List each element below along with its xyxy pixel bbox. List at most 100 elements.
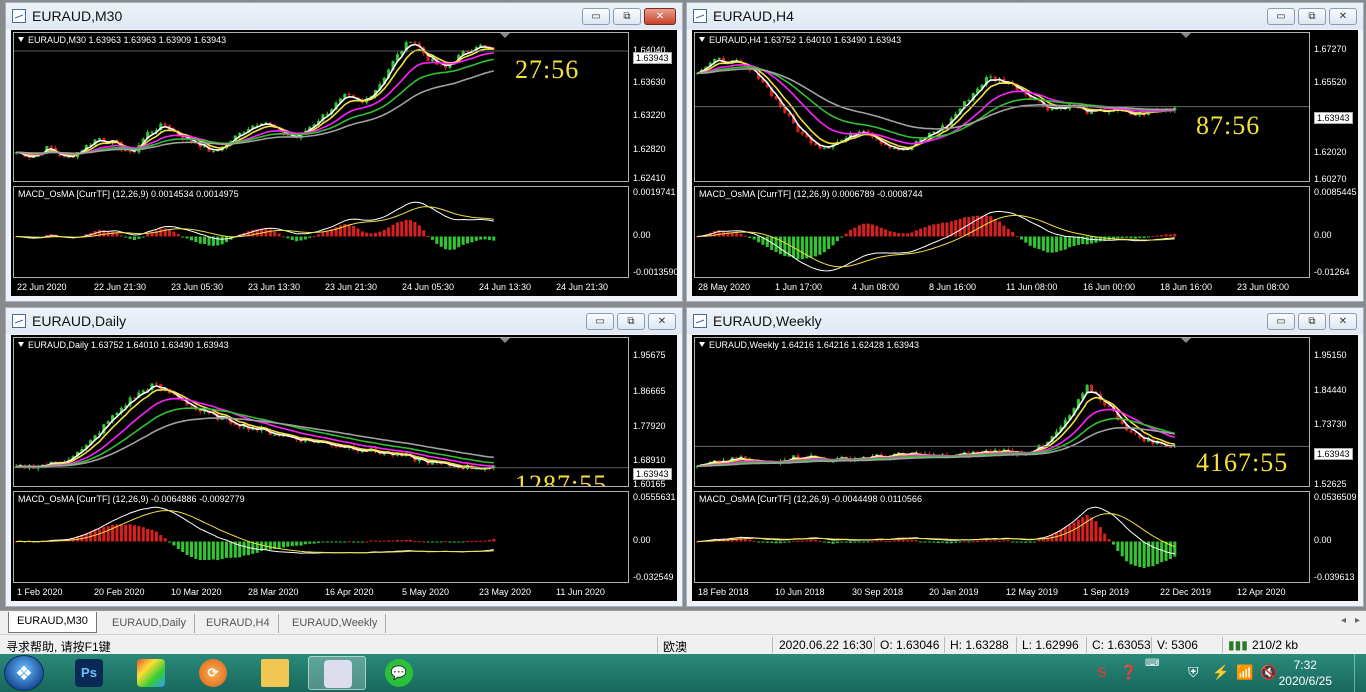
- power-icon[interactable]: ⚡: [1212, 664, 1229, 681]
- osma-histogram-bar: [980, 540, 984, 542]
- macd-line: [16, 506, 494, 554]
- osma-histogram-bar: [97, 529, 101, 542]
- osma-histogram-bar: [417, 541, 421, 543]
- price-pane[interactable]: EURAUD,H4 1.63752 1.64010 1.63490 1.6394…: [694, 32, 1310, 182]
- osma-histogram-bar: [954, 541, 958, 543]
- candle-body: [1050, 109, 1054, 111]
- chart-area[interactable]: EURAUD,M30 1.63963 1.63963 1.63909 1.639…: [11, 30, 679, 296]
- chart-shift-marker[interactable]: [500, 338, 510, 343]
- osma-histogram-bar: [426, 236, 430, 238]
- osma-histogram-bar: [923, 227, 927, 237]
- tab-scroll-right-icon[interactable]: ▸: [1355, 615, 1360, 626]
- osma-histogram-bar: [752, 236, 756, 240]
- time-axis[interactable]: 28 May 2020 1 Jun 17:00 4 Jun 08:00 8 Jun 1…: [694, 282, 1310, 296]
- status-high: H: 1.63288: [950, 638, 1009, 652]
- window-titlebar[interactable]: EURAUD,Daily ▭ ⧉ ✕: [6, 308, 682, 334]
- minimize-button[interactable]: ▭: [1267, 313, 1295, 330]
- osma-histogram-bar: [325, 541, 329, 543]
- tab-euraud-daily[interactable]: EURAUD,Daily: [104, 614, 195, 633]
- candle-body: [154, 383, 158, 385]
- tab-euraud-weekly[interactable]: EURAUD,Weekly: [284, 614, 387, 633]
- volume-muted-icon[interactable]: 🔇: [1260, 664, 1277, 681]
- minimize-button[interactable]: ▭: [1267, 8, 1295, 25]
- show-desktop-button[interactable]: [1354, 654, 1366, 692]
- osma-histogram-bar: [1059, 236, 1063, 251]
- close-button[interactable]: ✕: [644, 8, 676, 25]
- taskbar-browser[interactable]: ⟳: [184, 656, 242, 690]
- close-button[interactable]: ✕: [1329, 313, 1357, 330]
- price-axis[interactable]: 1.64040 1.63630 1.63220 1.62820 1.62410 1.639…: [629, 32, 679, 183]
- price-pane[interactable]: EURAUD,Weekly 1.64216 1.64216 1.62428 1.…: [694, 337, 1310, 487]
- osma-histogram-bar: [1129, 541, 1133, 565]
- network-signal-icon[interactable]: 📶: [1236, 664, 1253, 681]
- price-pane[interactable]: EURAUD,Daily 1.63752 1.64010 1.63490 1.6…: [13, 337, 629, 487]
- osma-histogram-bar: [818, 540, 822, 542]
- chart-window-weekly[interactable]: EURAUD,Weekly ▭ ⧉ ✕ EURAUD,Weekly 1.64216 1.…: [686, 307, 1364, 607]
- time-axis[interactable]: 22 Jun 2020 22 Jun 21:30 23 Jun 05:30 23 Ju…: [13, 282, 629, 296]
- taskbar-photoshop[interactable]: Ps: [60, 656, 118, 690]
- chart-shift-marker[interactable]: [1181, 33, 1191, 38]
- chart-window-daily[interactable]: EURAUD,Daily ▭ ⧉ ✕ EURAUD,Daily 1.63752 1.64…: [5, 307, 683, 607]
- restore-button[interactable]: ⧉: [617, 313, 645, 330]
- macd-pane[interactable]: MACD_OsMA [CurrTF] (12,26,9) -0.0044498 …: [694, 491, 1310, 583]
- restore-button[interactable]: ⧉: [1298, 313, 1326, 330]
- candle-body: [813, 143, 818, 146]
- security-shield-icon[interactable]: ⛨: [1188, 664, 1199, 681]
- macd-pane[interactable]: MACD_OsMA [CurrTF] (12,26,9) -0.0064886 …: [13, 491, 629, 583]
- tab-euraud-h4[interactable]: EURAUD,H4: [198, 614, 279, 633]
- candle-body: [717, 57, 721, 59]
- chart-shift-marker[interactable]: [1181, 338, 1191, 343]
- time-tick-label: 20 Feb 2020: [94, 587, 145, 597]
- macd-axis[interactable]: 0.0536509 0.00 -0.039613: [1310, 491, 1360, 583]
- taskbar-file-explorer[interactable]: [246, 656, 304, 690]
- price-tick-label: 1.67270: [1314, 43, 1347, 54]
- chart-area[interactable]: EURAUD,H4 1.63752 1.64010 1.63490 1.6394…: [692, 30, 1358, 296]
- macd-pane[interactable]: MACD_OsMA [CurrTF] (12,26,9) 0.0006789 -…: [694, 186, 1310, 278]
- chart-area[interactable]: EURAUD,Weekly 1.64216 1.64216 1.62428 1.…: [692, 335, 1358, 601]
- minimize-button[interactable]: ▭: [586, 313, 614, 330]
- candle-body: [409, 41, 413, 43]
- restore-button[interactable]: ⧉: [1298, 8, 1326, 25]
- restore-button[interactable]: ⧉: [613, 8, 641, 25]
- osma-histogram-bar: [993, 219, 997, 237]
- taskbar-paint-tool[interactable]: [122, 656, 180, 690]
- close-button[interactable]: ✕: [1329, 8, 1357, 25]
- price-axis[interactable]: 1.95150 1.84440 1.73730 1.63943 1.52625: [1310, 337, 1360, 489]
- macd-axis[interactable]: 0.0085445 0.00 -0.01264: [1310, 186, 1360, 278]
- input-method-icon[interactable]: S: [1097, 664, 1106, 680]
- osma-histogram-bar: [1090, 236, 1094, 244]
- window-titlebar[interactable]: EURAUD,Weekly ▭ ⧉ ✕: [687, 308, 1363, 334]
- price-axis[interactable]: 1.95675 1.86665 1.77920 1.68910 1.63943 1.601…: [629, 337, 679, 489]
- macd-axis[interactable]: 0.0555631 0.00 -0.032549: [629, 491, 679, 583]
- chart-area[interactable]: EURAUD,Daily 1.63752 1.64010 1.63490 1.6…: [11, 335, 677, 601]
- taskbar-trading-terminal[interactable]: [308, 656, 366, 690]
- chart-window-m30[interactable]: EURAUD,M30 ▭ ⧉ ✕ EURAUD,M30 1.63963 1.63963 …: [5, 2, 683, 302]
- minimize-button[interactable]: ▭: [582, 8, 610, 25]
- osma-histogram-bar: [457, 541, 461, 543]
- tab-euraud-m30[interactable]: EURAUD,M30: [8, 612, 97, 633]
- window-titlebar[interactable]: EURAUD,H4 ▭ ⧉ ✕: [687, 3, 1363, 29]
- chart-shift-marker[interactable]: [500, 33, 510, 38]
- keyboard-tray-icon[interactable]: ⌨: [1145, 658, 1159, 669]
- price-axis[interactable]: 1.67270 1.65520 1.63943 1.62020 1.60270: [1310, 32, 1360, 184]
- osma-histogram-bar: [426, 541, 430, 543]
- time-axis[interactable]: 1 Feb 2020 20 Feb 2020 10 Mar 2020 28 Mar 2…: [13, 587, 629, 601]
- help-tray-icon[interactable]: ❓: [1120, 664, 1137, 681]
- osma-histogram-bar: [958, 218, 962, 237]
- start-button[interactable]: [4, 655, 44, 691]
- tab-scroll-left-icon[interactable]: ◂: [1341, 615, 1346, 626]
- osma-histogram-bar: [989, 216, 993, 237]
- window-titlebar[interactable]: EURAUD,M30 ▭ ⧉ ✕: [6, 3, 682, 29]
- osma-histogram-bar: [439, 236, 443, 247]
- taskbar-wechat[interactable]: 💬: [370, 656, 428, 690]
- close-button[interactable]: ✕: [648, 313, 676, 330]
- time-axis[interactable]: 18 Feb 2018 10 Jun 2018 30 Sep 2018 20 Jan …: [694, 587, 1310, 601]
- system-clock[interactable]: 7:32 2020/6/25: [1279, 657, 1332, 689]
- osma-histogram-bar: [787, 541, 791, 543]
- chart-window-h4[interactable]: EURAUD,H4 ▭ ⧉ ✕ EURAUD,H4 1.63752 1.64010 1.…: [686, 2, 1364, 302]
- price-pane[interactable]: EURAUD,M30 1.63963 1.63963 1.63909 1.639…: [13, 32, 629, 182]
- osma-histogram-bar: [1133, 541, 1137, 566]
- time-tick-label: 24 Jun 05:30: [402, 282, 455, 292]
- macd-pane[interactable]: MACD_OsMA [CurrTF] (12,26,9) 0.0014534 0…: [13, 186, 629, 278]
- macd-axis[interactable]: 0.0019741 0.00 -0.0013590: [629, 186, 679, 278]
